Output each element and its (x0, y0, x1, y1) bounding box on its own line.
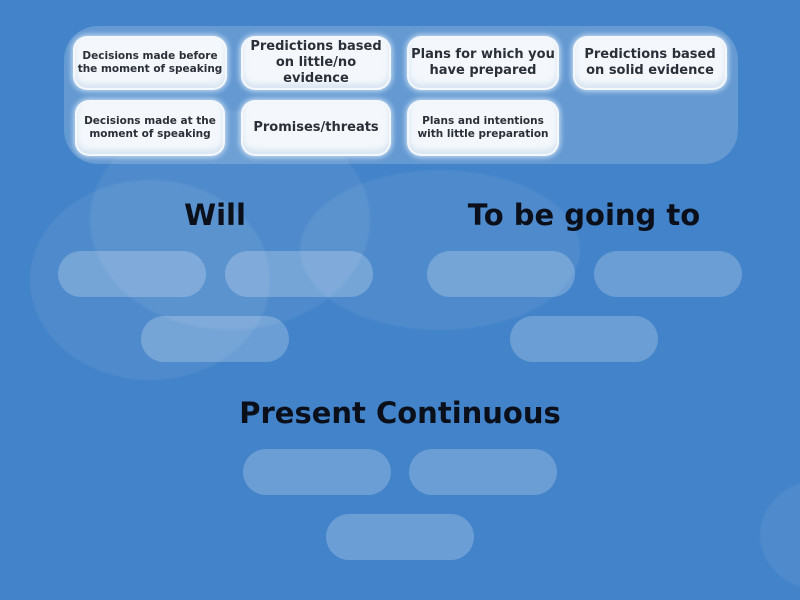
background-cloud (760, 480, 800, 590)
drop-slot[interactable] (510, 316, 658, 362)
group-heading-to-be-going-to: To be going to (467, 198, 701, 232)
drop-slot[interactable] (243, 449, 391, 495)
drop-slot[interactable] (141, 316, 289, 362)
drop-slot[interactable] (58, 251, 206, 297)
draggable-card[interactable]: Decisions made at the moment of speaking (77, 102, 223, 154)
drop-slot[interactable] (427, 251, 575, 297)
group-heading-present-continuous: Present Continuous (239, 396, 561, 430)
draggable-card[interactable]: Plans and intentions with little prepara… (409, 102, 557, 154)
drop-slot[interactable] (326, 514, 474, 560)
drop-slot[interactable] (409, 449, 557, 495)
draggable-card[interactable]: Predictions based on little/no evidence (243, 38, 389, 88)
draggable-card[interactable]: Predictions based on solid evidence (575, 38, 725, 88)
drop-slot[interactable] (225, 251, 373, 297)
draggable-card[interactable]: Plans for which you have prepared (409, 38, 557, 88)
group-heading-will: Will (184, 198, 246, 232)
draggable-card[interactable]: Promises/threats (243, 102, 389, 154)
draggable-card[interactable]: Decisions made before the moment of spea… (75, 38, 225, 88)
drop-slot[interactable] (594, 251, 742, 297)
background-cloud (300, 170, 580, 330)
